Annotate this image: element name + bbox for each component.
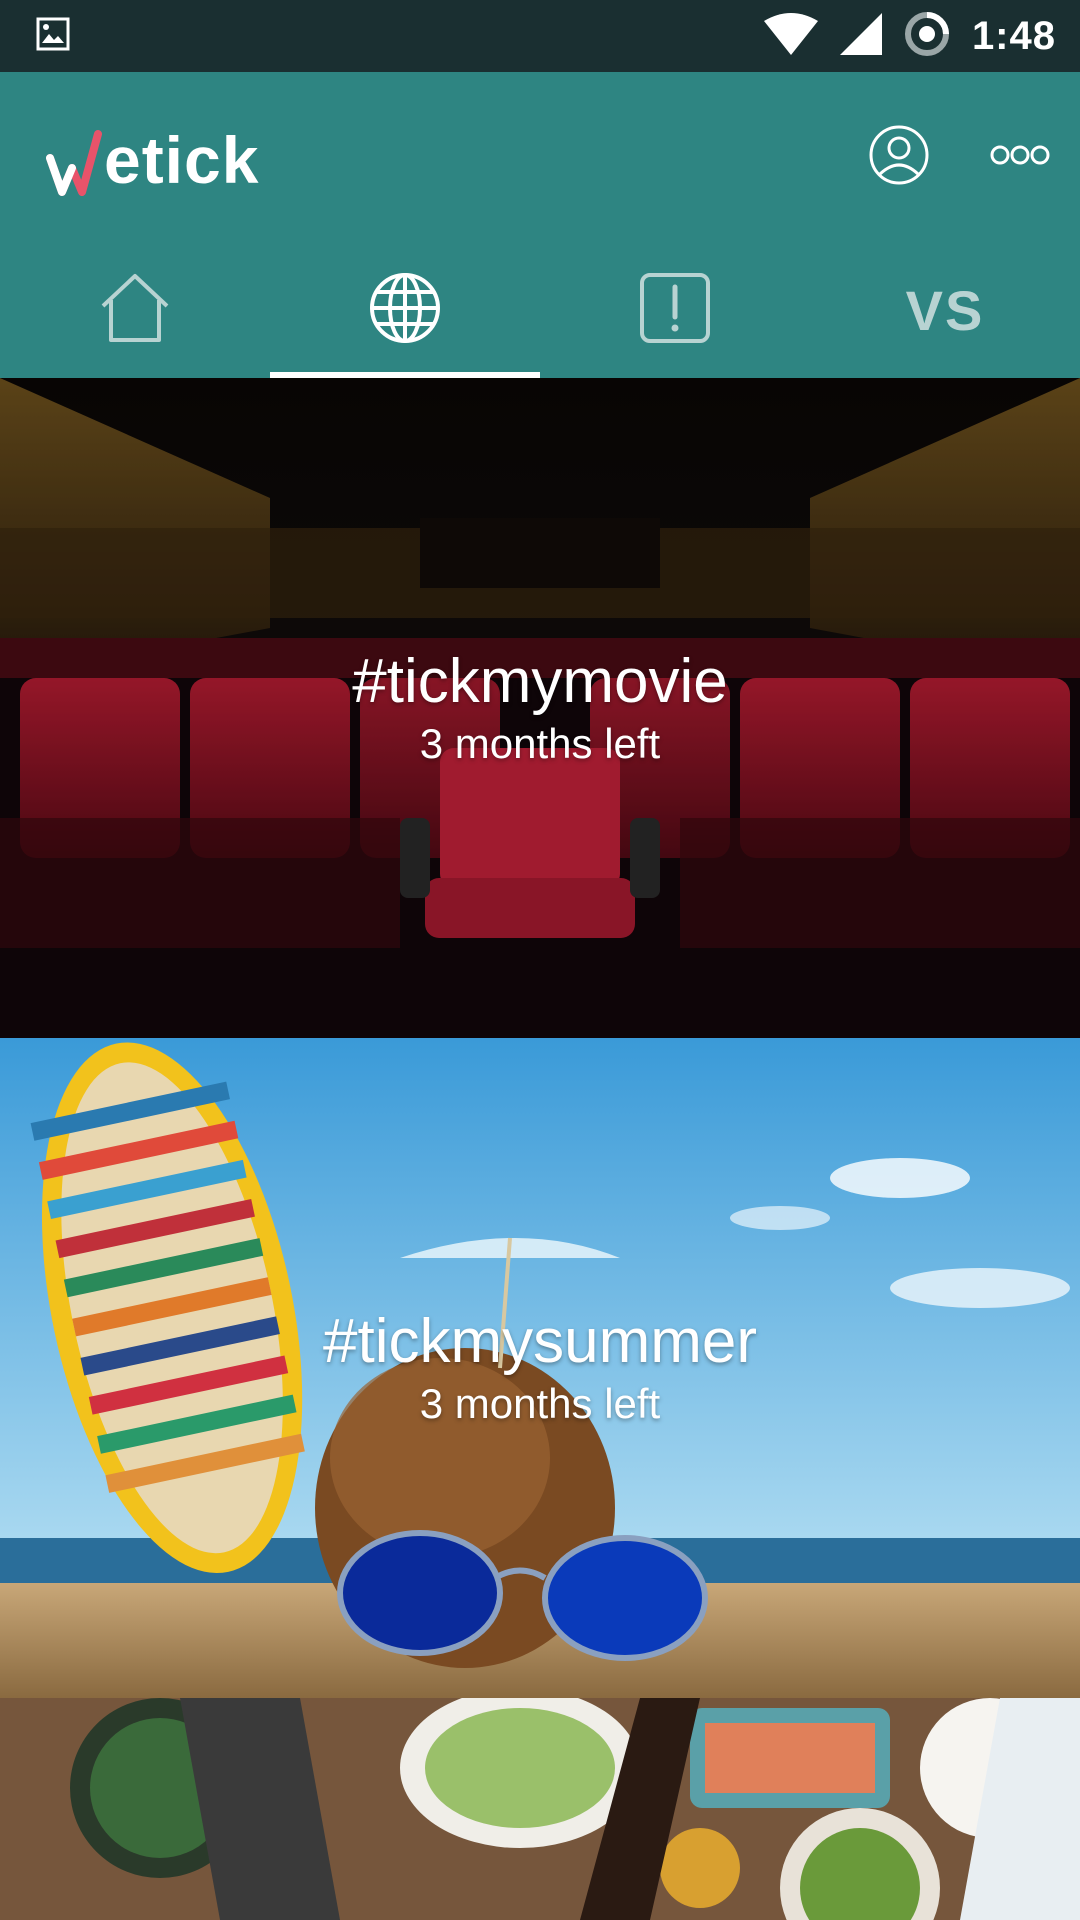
card-subtitle: 3 months left (419, 1380, 661, 1427)
tab-bar: VS (0, 242, 1080, 378)
logo-w-mark (46, 128, 102, 198)
tab-alerts[interactable] (540, 242, 810, 378)
app-logo[interactable]: etick (46, 122, 259, 198)
more-button[interactable] (988, 140, 1052, 174)
cell-signal-icon (839, 12, 882, 60)
card-subtitle: 3 months left (419, 720, 661, 767)
home-icon (97, 270, 173, 351)
status-time: 1:48 (971, 13, 1056, 58)
tab-versus[interactable]: VS (810, 242, 1080, 378)
tab-explore[interactable] (270, 242, 540, 378)
profile-icon (868, 124, 930, 191)
alert-icon (638, 271, 712, 350)
sync-icon (904, 11, 950, 62)
logo-text: etick (104, 123, 260, 197)
challenge-card-food[interactable] (0, 1698, 1080, 1920)
image-notification-icon (36, 17, 70, 56)
globe-icon (367, 270, 443, 351)
card-title: #tickmysummer (322, 1307, 758, 1376)
challenge-card-movie[interactable]: #tickmymovie 3 months left (0, 378, 1080, 1038)
food-image (0, 1698, 1080, 1920)
profile-button[interactable] (866, 124, 932, 190)
challenge-card-summer[interactable]: #tickmysummer 3 months left (0, 1038, 1080, 1698)
more-icon (990, 144, 1050, 171)
wifi-icon (763, 12, 818, 60)
tab-versus-label: VS (905, 278, 985, 342)
tab-home[interactable] (0, 242, 270, 378)
app-bar: etick VS (0, 72, 1080, 378)
status-bar: 1:48 (0, 0, 1080, 72)
card-title: #tickmymovie (352, 647, 728, 716)
